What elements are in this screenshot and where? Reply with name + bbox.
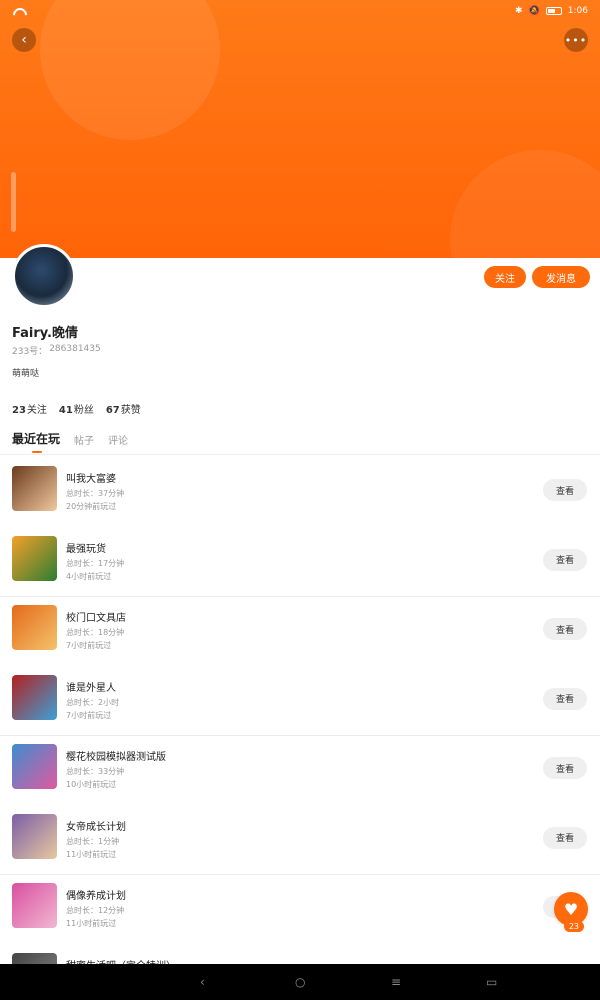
game-duration: 总时长：2小时: [66, 697, 120, 707]
list-item[interactable]: 谁是外星人 总时长：2小时 7小时前玩过 查看: [0, 667, 600, 736]
game-duration: 总时长：37分钟: [66, 489, 125, 498]
game-last-played: 20分钟前玩过: [66, 502, 117, 511]
status-time: 1:06: [567, 6, 588, 16]
banner-scroll-handle[interactable]: [11, 172, 16, 232]
view-button[interactable]: 查看: [543, 479, 587, 501]
profile-tabs: 最近在玩 帖子 评论: [12, 430, 128, 453]
nav-recent-icon[interactable]: ▭: [486, 975, 497, 989]
more-button[interactable]: •••: [564, 28, 588, 52]
profile-bio: 萌萌哒: [12, 369, 40, 379]
game-last-played: 7小时前玩过: [66, 710, 112, 720]
profile-id-label: 233号：: [12, 347, 48, 357]
game-duration: 总时长：18分钟: [66, 628, 125, 637]
game-list: 叫我大富婆 总时长：37分钟 20分钟前玩过 查看 最强玩货 总时长：17分钟 …: [0, 458, 600, 1000]
game-last-played: 7小时前玩过: [66, 641, 112, 650]
tab-posts[interactable]: 帖子: [74, 432, 94, 447]
profile-stats: 23关注 41粉丝 67获赞: [12, 401, 141, 416]
game-thumbnail[interactable]: [12, 813, 57, 859]
view-button[interactable]: 查看: [543, 618, 587, 640]
game-duration: 总时长：33分钟: [66, 767, 125, 776]
game-thumbnail[interactable]: [12, 535, 57, 581]
profile-name: Fairy.晚倩: [12, 326, 78, 341]
list-item[interactable]: 叫我大富婆 总时长：37分钟 20分钟前玩过 查看: [0, 458, 600, 528]
list-item[interactable]: 校门口文具店 总时长：18分钟 7小时前玩过 查看: [0, 597, 600, 667]
tab-divider: [0, 454, 600, 455]
stat-label: 粉丝: [73, 405, 94, 416]
list-item[interactable]: 最强玩货 总时长：17分钟 4小时前玩过 查看: [0, 528, 600, 597]
follow-button[interactable]: 关注: [484, 266, 526, 288]
view-button[interactable]: 查看: [543, 548, 587, 571]
game-duration: 总时长：1分钟: [66, 836, 120, 846]
stat-likes[interactable]: 67获赞: [106, 401, 141, 416]
list-item[interactable]: 偶像养成计划 总时长：12分钟 11小时前玩过 查看: [0, 875, 600, 945]
banner-decoration: [450, 150, 600, 258]
game-last-played: 11小时前玩过: [66, 919, 117, 928]
game-name: 樱花校园模拟器测试版: [66, 752, 166, 763]
view-button[interactable]: 查看: [543, 757, 587, 779]
view-button[interactable]: 查看: [543, 687, 587, 710]
game-thumbnail[interactable]: [12, 605, 57, 650]
nav-home-icon[interactable]: ○: [295, 975, 305, 989]
stat-following[interactable]: 23关注: [12, 401, 47, 416]
stat-label: 获赞: [120, 405, 141, 416]
status-bar: ✱ 🔕 1:06: [0, 0, 600, 22]
tab-recently-played[interactable]: 最近在玩: [12, 430, 60, 453]
game-last-played: 11小时前玩过: [66, 849, 117, 859]
game-name: 谁是外星人: [66, 682, 116, 694]
view-button[interactable]: 查看: [543, 826, 587, 849]
game-thumbnail[interactable]: [12, 674, 57, 720]
list-item[interactable]: 女帝成长计划 总时长：1分钟 11小时前玩过 查看: [0, 806, 600, 875]
nav-menu-icon[interactable]: ≡: [391, 975, 401, 989]
stat-value: 67: [105, 405, 120, 416]
stat-label: 关注: [26, 405, 47, 416]
list-item[interactable]: 樱花校园模拟器测试版 总时长：33分钟 10小时前玩过 查看: [0, 736, 600, 806]
profile-banner: [0, 0, 600, 258]
game-last-played: 4小时前玩过: [66, 571, 112, 581]
more-icon: •••: [564, 33, 588, 47]
stat-value: 41: [58, 405, 73, 416]
mute-icon: 🔕: [528, 6, 540, 16]
game-thumbnail[interactable]: [12, 744, 57, 789]
battery-icon: [545, 7, 562, 15]
profile-id-value: 286381435: [49, 344, 101, 354]
back-icon: ‹: [21, 32, 27, 48]
game-name: 叫我大富婆: [66, 474, 116, 485]
heart-icon: ♥: [563, 899, 579, 919]
game-name: 偶像养成计划: [66, 891, 126, 902]
game-thumbnail[interactable]: [12, 466, 57, 511]
nav-back-icon[interactable]: ‹: [200, 975, 205, 989]
game-thumbnail[interactable]: [12, 883, 57, 928]
stat-value: 23: [12, 405, 26, 416]
game-name: 校门口文具店: [66, 613, 126, 624]
game-name: 最强玩货: [66, 543, 106, 555]
like-count: 23: [563, 921, 584, 932]
back-button[interactable]: ‹: [12, 28, 36, 52]
stat-followers[interactable]: 41粉丝: [59, 401, 94, 416]
avatar[interactable]: [12, 244, 76, 308]
game-name: 女帝成长计划: [66, 821, 126, 833]
game-last-played: 10小时前玩过: [66, 780, 117, 789]
wifi-icon: [12, 7, 24, 16]
system-nav-bar: ‹ ○ ≡ ▭: [0, 964, 600, 1000]
bluetooth-icon: ✱: [515, 6, 523, 16]
game-duration: 总时长：12分钟: [66, 906, 125, 915]
message-button[interactable]: 发消息: [532, 266, 590, 288]
game-duration: 总时长：17分钟: [66, 558, 125, 568]
tab-comments[interactable]: 评论: [108, 432, 128, 447]
profile-id: 233号： 286381435: [12, 344, 101, 357]
